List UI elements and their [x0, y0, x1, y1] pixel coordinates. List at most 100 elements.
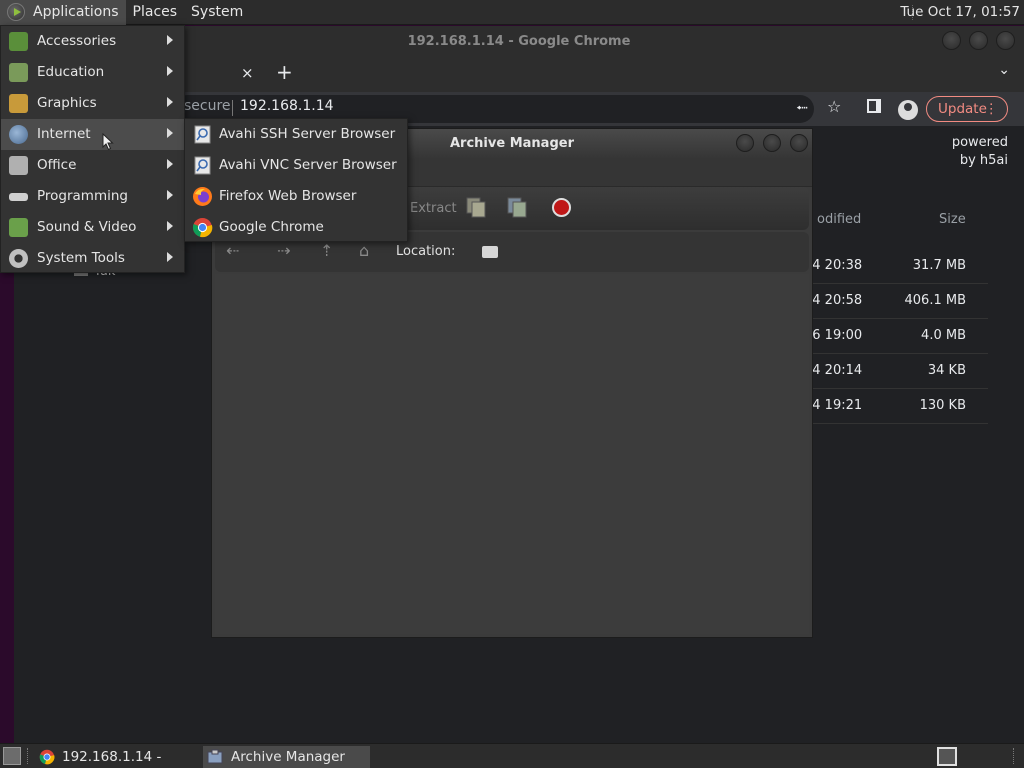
task-label: Archive Manager [231, 749, 345, 765]
programming-icon [9, 193, 28, 201]
side-panel-icon[interactable] [867, 99, 881, 113]
powered-line-1: powered [951, 135, 1008, 150]
clock[interactable]: Tue Oct 17, 01:57 [900, 0, 1020, 25]
panel-handle [1013, 748, 1019, 764]
file-row[interactable]: 14 20:14 34 KB [804, 354, 988, 389]
not-secure-label[interactable]: secure [184, 98, 231, 114]
file-size: 34 KB [927, 363, 966, 378]
powered-by-h5ai[interactable]: powered by h5ai [952, 134, 1008, 170]
maximize-button[interactable] [969, 31, 988, 50]
taskbar-task-archive-manager[interactable]: Archive Manager [203, 746, 370, 768]
taskbar-task-chrome[interactable]: 192.168.1.14 - Goog… [35, 746, 200, 768]
close-button[interactable] [996, 31, 1015, 50]
show-desktop-icon[interactable] [3, 747, 21, 765]
menu-item-label: Internet [37, 126, 91, 142]
archive-content-area[interactable] [215, 274, 809, 634]
omnibox-url[interactable]: 192.168.1.14 [240, 98, 334, 114]
submenu-item-firefox[interactable]: Firefox Web Browser [185, 181, 407, 212]
file-size: 4.0 MB [921, 328, 966, 343]
column-header-size[interactable]: Size [939, 212, 966, 227]
submenu-item-google-chrome[interactable]: Google Chrome [185, 212, 407, 243]
applications-menu[interactable]: Applications [0, 0, 126, 25]
file-row[interactable]: 16 19:00 4.0 MB [804, 319, 988, 354]
menu-item-label: Programming [37, 188, 128, 204]
file-row[interactable]: 14 20:58 406.1 MB [804, 284, 988, 319]
menu-item-label: System Tools [37, 250, 125, 266]
system-tools-gear-icon [9, 249, 28, 268]
chrome-icon [192, 218, 213, 238]
archive-manager-icon [207, 749, 223, 764]
submenu-item-label: Avahi SSH Server Browser [219, 126, 396, 142]
up-arrow-icon[interactable]: ⇡ [320, 241, 333, 260]
submenu-arrow-icon [167, 159, 173, 169]
profile-avatar-icon[interactable] [898, 100, 918, 120]
omnibox-separator [232, 100, 233, 116]
internet-submenu: Avahi SSH Server Browser Avahi VNC Serve… [184, 118, 408, 242]
menu-item-label: Sound & Video [37, 219, 137, 235]
submenu-item-label: Google Chrome [219, 219, 324, 235]
powered-line-2: by h5ai [959, 153, 1008, 168]
submenu-item-avahi-vnc[interactable]: Avahi VNC Server Browser [185, 150, 407, 181]
file-size: 406.1 MB [904, 293, 966, 308]
add-files-icon[interactable] [465, 196, 487, 218]
minimize-button[interactable] [942, 31, 961, 50]
task-label: 192.168.1.14 - Goog… [62, 749, 162, 765]
file-row[interactable]: 14 19:21 130 KB [804, 389, 988, 424]
menu-item-label: Graphics [37, 95, 97, 111]
archive-close-button[interactable] [790, 134, 808, 152]
chrome-icon [39, 749, 55, 765]
menu-item-label: Accessories [37, 33, 117, 49]
bookmark-star-icon[interactable]: ☆ [827, 97, 841, 116]
submenu-arrow-icon [167, 128, 173, 138]
submenu-arrow-icon [167, 252, 173, 262]
submenu-item-label: Firefox Web Browser [219, 188, 357, 204]
share-icon[interactable]: ⭪ [796, 97, 808, 124]
submenu-arrow-icon [167, 190, 173, 200]
menu-item-education[interactable]: Education [1, 57, 184, 88]
places-menu[interactable]: Places [126, 0, 185, 25]
applications-dropdown: Accessories Education Graphics Internet … [0, 25, 185, 273]
add-folder-icon[interactable] [506, 196, 528, 218]
menu-item-office[interactable]: Office [1, 150, 184, 181]
tab-search-chevron-icon[interactable]: ⌄ [998, 62, 1010, 78]
applications-menu-label: Applications [33, 4, 119, 20]
tab-close-icon[interactable]: × [241, 64, 254, 82]
menu-item-system-tools[interactable]: System Tools [1, 243, 184, 274]
internet-globe-icon [9, 125, 28, 144]
forward-arrow-icon[interactable]: ⇢ [277, 241, 290, 260]
menu-item-label: Office [37, 157, 77, 173]
submenu-item-avahi-ssh[interactable]: Avahi SSH Server Browser [185, 119, 407, 150]
new-tab-icon[interactable]: + [276, 60, 293, 84]
back-arrow-icon[interactable]: ⇠ [226, 241, 239, 260]
sound-video-icon [9, 218, 28, 237]
folder-icon[interactable] [482, 246, 498, 258]
panel-handle [27, 748, 28, 764]
avahi-vnc-icon [194, 156, 211, 175]
menu-item-internet[interactable]: Internet [1, 119, 184, 150]
system-menu[interactable]: System [184, 0, 250, 25]
more-menu-icon[interactable]: ⋮ [985, 97, 999, 121]
workspace-switcher-icon[interactable] [937, 747, 957, 766]
stop-icon[interactable] [552, 198, 571, 217]
home-icon[interactable]: ⌂ [359, 241, 369, 260]
menu-item-graphics[interactable]: Graphics [1, 88, 184, 119]
extract-button[interactable]: Extract [410, 201, 457, 216]
submenu-arrow-icon [167, 221, 173, 231]
menu-item-sound-video[interactable]: Sound & Video [1, 212, 184, 243]
location-label: Location: [396, 244, 456, 259]
file-size: 31.7 MB [912, 258, 966, 273]
avahi-ssh-icon [194, 125, 211, 144]
education-icon [9, 63, 28, 82]
update-button[interactable]: Update ⋮ [926, 96, 1008, 122]
archive-minimize-button[interactable] [736, 134, 754, 152]
menu-item-accessories[interactable]: Accessories [1, 26, 184, 57]
accessories-icon [9, 32, 28, 51]
graphics-icon [9, 94, 28, 113]
column-header-modified[interactable]: odified [817, 212, 861, 227]
file-row[interactable]: 14 20:38 31.7 MB [804, 249, 988, 284]
firefox-icon [193, 187, 212, 206]
menu-item-programming[interactable]: Programming [1, 181, 184, 212]
update-button-label: Update [938, 101, 987, 117]
top-panel: Applications Places System Tue Oct 17, 0… [0, 0, 1024, 25]
archive-maximize-button[interactable] [763, 134, 781, 152]
